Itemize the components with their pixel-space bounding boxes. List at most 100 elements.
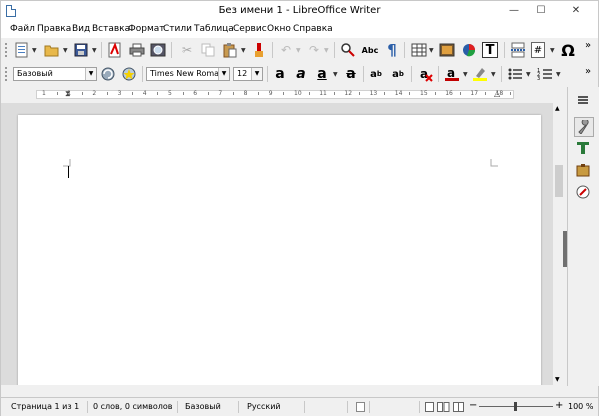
menu-edit[interactable]: Правка <box>37 24 71 34</box>
spelling-icon[interactable]: Abc <box>361 41 379 59</box>
properties-wrench-icon[interactable] <box>574 117 594 137</box>
zoom-slider-thumb[interactable] <box>514 402 517 411</box>
chevron-down-icon[interactable]: ▼ <box>218 68 229 80</box>
save-icon[interactable] <box>72 41 90 59</box>
redo-icon[interactable]: ↷ <box>305 41 323 59</box>
superscript-icon[interactable]: ab <box>367 65 385 83</box>
export-pdf-icon[interactable] <box>106 41 124 59</box>
scroll-down-icon[interactable]: ▼ <box>555 376 560 383</box>
new-document-icon[interactable] <box>13 41 31 59</box>
save-dropdown-icon[interactable]: ▼ <box>92 47 97 54</box>
highlight-dropdown-icon[interactable]: ▼ <box>491 71 496 78</box>
toolbar-grip-2[interactable] <box>5 67 9 81</box>
strikethrough-icon[interactable]: a <box>342 65 360 83</box>
bullet-dropdown-icon[interactable]: ▼ <box>526 71 531 78</box>
font-color-icon[interactable]: a <box>443 65 461 83</box>
indent-marker-icon[interactable]: ⧗ <box>65 89 71 99</box>
gallery-icon[interactable] <box>574 161 592 179</box>
menu-view[interactable]: Вид <box>72 24 90 34</box>
bold-icon[interactable]: a <box>271 65 289 83</box>
sidebar-menu-icon[interactable] <box>574 95 592 105</box>
page-count[interactable]: Страница 1 из 1 <box>11 402 79 411</box>
right-indent-marker-icon[interactable]: △ <box>494 89 500 98</box>
paste-dropdown-icon[interactable]: ▼ <box>241 47 246 54</box>
menu-help[interactable]: Справка <box>293 24 333 34</box>
new-dropdown-icon[interactable]: ▼ <box>32 47 37 54</box>
zoom-in-icon[interactable]: + <box>555 400 563 411</box>
print-icon[interactable] <box>128 41 146 59</box>
menu-table[interactable]: Таблица <box>194 24 234 34</box>
subscript-icon[interactable]: ab <box>389 65 407 83</box>
underline-dropdown-icon[interactable]: ▼ <box>333 71 338 78</box>
ruler-label: 7 <box>218 90 223 97</box>
numbered-list-icon[interactable]: 123 <box>536 65 554 83</box>
redo-dropdown-icon[interactable]: ▼ <box>324 47 329 54</box>
paste-icon[interactable] <box>221 41 239 59</box>
formatting-marks-icon[interactable]: ¶ <box>383 41 401 59</box>
maximize-button[interactable]: ☐ <box>528 1 554 21</box>
chevron-down-icon[interactable]: ▼ <box>251 68 262 80</box>
font-size-select[interactable]: 12 ▼ <box>233 67 263 81</box>
standard-toolbar: ▼ ▼ ▼ ✂ ▼ ↶ ▼ ↷ ▼ Abc ¶ ▼ T # ▼ Ω » <box>1 38 598 62</box>
document-modified-icon[interactable] <box>356 402 365 412</box>
language[interactable]: Русский <box>247 402 281 411</box>
word-count[interactable]: 0 слов, 0 символов <box>93 402 172 411</box>
find-replace-icon[interactable] <box>339 41 357 59</box>
scroll-up-icon[interactable]: ▲ <box>555 105 560 112</box>
menu-window[interactable]: Окно <box>267 24 291 34</box>
bullet-list-icon[interactable] <box>506 65 524 83</box>
scrollbar-thumb[interactable] <box>555 165 563 197</box>
chevron-down-icon[interactable]: ▼ <box>85 68 96 80</box>
field-dropdown-icon[interactable]: ▼ <box>550 47 555 54</box>
navigator-compass-icon[interactable] <box>574 183 592 201</box>
multi-page-view-icon[interactable] <box>437 402 450 412</box>
open-dropdown-icon[interactable]: ▼ <box>63 47 68 54</box>
page-style[interactable]: Базовый <box>185 402 221 411</box>
zoom-out-icon[interactable]: − <box>469 400 477 411</box>
special-character-icon[interactable]: Ω <box>559 41 577 60</box>
insert-textbox-icon[interactable]: T <box>482 42 498 58</box>
insert-table-icon[interactable] <box>410 41 428 59</box>
document-canvas[interactable] <box>1 103 553 385</box>
toolbar-overflow-icon[interactable]: » <box>585 66 591 77</box>
print-preview-icon[interactable] <box>149 41 167 59</box>
menu-styles[interactable]: Стили <box>163 24 192 34</box>
clear-formatting-icon[interactable]: a <box>417 65 435 83</box>
book-view-icon[interactable] <box>453 402 464 412</box>
insert-chart-icon[interactable] <box>460 41 478 59</box>
underline-icon[interactable]: a <box>313 65 331 83</box>
menu-file[interactable]: Файл <box>10 24 35 34</box>
document-page[interactable] <box>18 115 541 385</box>
open-folder-icon[interactable] <box>43 41 61 59</box>
highlight-color-icon[interactable] <box>471 65 489 83</box>
title-bar: Без имени 1 - LibreOffice Writer — ☐ ✕ <box>1 1 598 21</box>
paragraph-style-select[interactable]: Базовый ▼ <box>13 67 97 81</box>
insert-image-icon[interactable] <box>438 41 456 59</box>
zoom-level[interactable]: 100 % <box>568 402 593 411</box>
undo-dropdown-icon[interactable]: ▼ <box>296 47 301 54</box>
toolbar-overflow-icon[interactable]: » <box>585 40 591 51</box>
single-page-view-icon[interactable] <box>425 402 434 412</box>
new-style-icon[interactable] <box>120 65 138 83</box>
numbered-dropdown-icon[interactable]: ▼ <box>556 71 561 78</box>
horizontal-ruler[interactable]: 1 1 2 3 4 5 6 7 8 9 10 11 12 13 14 15 16 17 18 ⧗ △ <box>11 89 553 100</box>
table-dropdown-icon[interactable]: ▼ <box>429 47 434 54</box>
font-size-value: 12 <box>237 69 248 78</box>
menu-tools[interactable]: Сервис <box>233 24 267 34</box>
page-break-icon[interactable] <box>509 41 527 59</box>
menu-format[interactable]: Формат <box>128 24 165 34</box>
clone-formatting-icon[interactable] <box>250 41 268 59</box>
undo-icon[interactable]: ↶ <box>277 41 295 59</box>
font-color-dropdown-icon[interactable]: ▼ <box>463 71 468 78</box>
insert-field-icon[interactable]: # <box>531 42 545 58</box>
menu-insert[interactable]: Вставка <box>92 24 130 34</box>
italic-icon[interactable]: a <box>292 65 310 83</box>
update-style-icon[interactable] <box>99 65 117 83</box>
font-name-select[interactable]: Times New Roman ▼ <box>146 67 230 81</box>
minimize-button[interactable]: — <box>501 1 527 21</box>
toolbar-grip[interactable] <box>5 43 9 57</box>
copy-icon[interactable] <box>199 41 217 59</box>
cut-icon[interactable]: ✂ <box>178 41 196 59</box>
close-button[interactable]: ✕ <box>556 1 596 21</box>
styles-icon[interactable] <box>574 139 592 157</box>
